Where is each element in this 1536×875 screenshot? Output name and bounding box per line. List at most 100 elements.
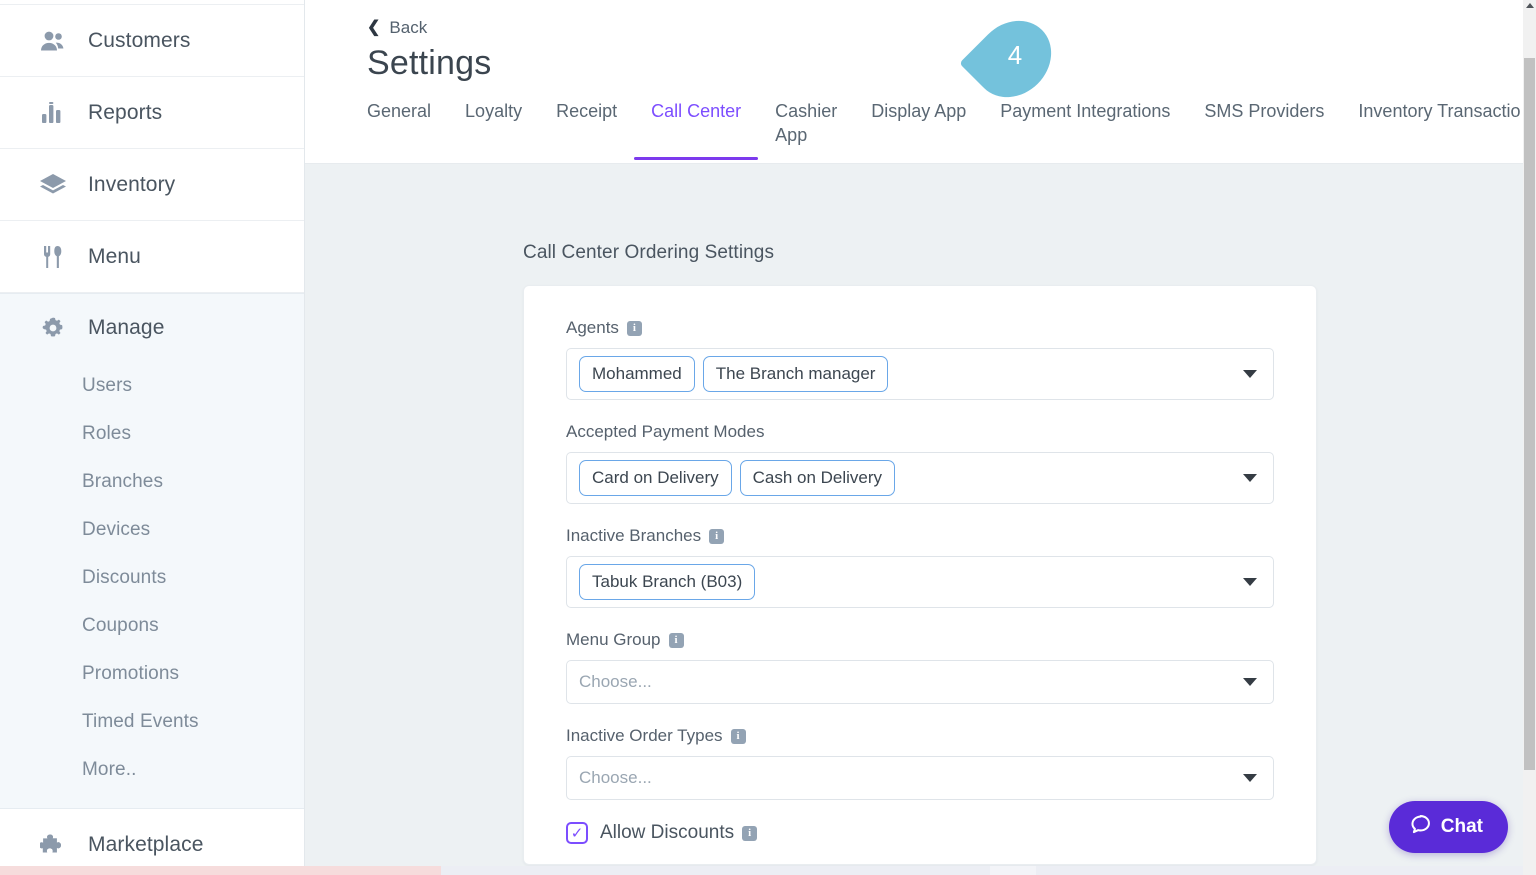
tab-loyalty[interactable]: Loyalty — [465, 99, 538, 123]
sidebar-subitem-devices[interactable]: Devices — [0, 506, 304, 554]
app-root: Customers Reports Inventory Menu Manage … — [0, 0, 1536, 875]
info-icon[interactable]: i — [626, 320, 642, 336]
chip[interactable]: Mohammed — [579, 356, 695, 392]
chip[interactable]: The Branch manager — [702, 356, 889, 392]
back-label: Back — [389, 18, 428, 37]
customers-icon — [38, 28, 68, 54]
select-placeholder: Choose... — [579, 768, 652, 787]
main-panel: ❮ Back Settings General Loyalty Receipt … — [305, 0, 1536, 875]
page-title: Settings — [367, 44, 492, 82]
chevron-left-icon: ❮ — [367, 19, 381, 36]
check-icon: ✓ — [570, 824, 584, 842]
allow-discounts-label-text: Allow Discounts — [600, 822, 735, 843]
field-label-text: Agents — [566, 318, 619, 337]
sidebar-item-inventory[interactable]: Inventory — [0, 149, 304, 221]
bottom-strip-highlight — [990, 866, 1036, 875]
sidebar-subitem-users[interactable]: Users — [0, 362, 304, 410]
info-icon[interactable]: i — [730, 728, 746, 744]
sidebar-item-manage[interactable]: Manage — [0, 294, 304, 362]
inactive-branches-select[interactable]: Tabuk Branch (B03) — [566, 556, 1274, 608]
allow-discounts-row[interactable]: ✓ Allow Discounts i — [566, 822, 1274, 844]
field-label-agents: Agents i — [566, 318, 1274, 338]
field-inactive-order-types: Inactive Order Types i Choose... — [566, 726, 1274, 800]
section-title: Call Center Ordering Settings — [523, 242, 775, 263]
field-label-inactive-branches: Inactive Branches i — [566, 526, 1274, 546]
chip[interactable]: Tabuk Branch (B03) — [579, 564, 756, 600]
scrollbar-thumb[interactable] — [1524, 58, 1535, 770]
allow-discounts-label: Allow Discounts i — [600, 822, 758, 844]
back-button[interactable]: ❮ Back — [367, 18, 1536, 38]
page-header: ❮ Back Settings General Loyalty Receipt … — [305, 0, 1536, 164]
vertical-scrollbar[interactable] — [1523, 0, 1536, 875]
tab-display-app[interactable]: Display App — [871, 99, 982, 123]
menu-icon — [38, 244, 68, 270]
scroll-up-arrow-icon[interactable] — [1526, 3, 1534, 8]
sidebar-subitem-branches[interactable]: Branches — [0, 458, 304, 506]
allow-discounts-checkbox[interactable]: ✓ — [566, 822, 588, 844]
chevron-down-icon[interactable] — [1243, 774, 1257, 782]
inventory-icon — [38, 172, 68, 198]
field-menu-group: Menu Group i Choose... — [566, 630, 1274, 704]
tab-receipt[interactable]: Receipt — [556, 99, 633, 123]
sidebar-subitem-more[interactable]: More.. — [0, 746, 304, 794]
reports-icon — [38, 100, 68, 126]
step-marker-4: 4 — [959, 5, 1067, 113]
info-icon[interactable]: i — [742, 825, 758, 841]
sidebar-item-reports[interactable]: Reports — [0, 77, 304, 149]
chevron-down-icon[interactable] — [1243, 474, 1257, 482]
chip[interactable]: Card on Delivery — [579, 460, 732, 496]
sidebar-item-customers[interactable]: Customers — [0, 5, 304, 77]
sidebar-item-label: Manage — [88, 316, 165, 339]
chat-bubble-icon — [1409, 813, 1432, 841]
sidebar-item-label: Reports — [88, 100, 163, 124]
field-label-accepted-payment-modes: Accepted Payment Modes — [566, 422, 1274, 442]
bottom-status-strip — [0, 866, 1523, 875]
tab-call-center[interactable]: Call Center — [634, 99, 759, 160]
tab-call-center-label: Call Center — [651, 101, 742, 121]
chat-button[interactable]: Chat — [1388, 801, 1508, 853]
field-label-text: Menu Group — [566, 630, 661, 649]
menu-group-select[interactable]: Choose... — [566, 660, 1274, 704]
gear-icon — [38, 315, 68, 341]
field-inactive-branches: Inactive Branches i Tabuk Branch (B03) — [566, 526, 1274, 608]
active-tab-underline — [634, 157, 759, 160]
field-label-text: Inactive Order Types — [566, 726, 723, 745]
sidebar-item-menu[interactable]: Menu — [0, 221, 304, 293]
settings-tabs: General Loyalty Receipt Call Center Cash… — [367, 99, 1536, 160]
sidebar-subitem-roles[interactable]: Roles — [0, 410, 304, 458]
tab-cashier-app[interactable]: Cashier App — [775, 99, 853, 147]
tab-general[interactable]: General — [367, 99, 447, 123]
settings-content: Call Center Ordering Settings Agents i M… — [305, 164, 1536, 875]
sidebar-item-label: Inventory — [88, 172, 176, 196]
tab-sms-providers[interactable]: SMS Providers — [1204, 99, 1340, 123]
sidebar-item-label: Customers — [88, 28, 191, 52]
inactive-order-types-select[interactable]: Choose... — [566, 756, 1274, 800]
tab-inventory-transactions[interactable]: Inventory Transactio — [1358, 99, 1536, 123]
sidebar-subitem-timed-events[interactable]: Timed Events — [0, 698, 304, 746]
chevron-down-icon[interactable] — [1243, 578, 1257, 586]
sidebar: Customers Reports Inventory Menu Manage … — [0, 0, 305, 875]
sidebar-item-label: Menu — [88, 244, 141, 268]
bottom-strip-right — [441, 866, 1523, 875]
sidebar-item-label: Marketplace — [88, 832, 204, 856]
tab-payment-integrations[interactable]: Payment Integrations — [1000, 99, 1186, 123]
field-label-menu-group: Menu Group i — [566, 630, 1274, 650]
chevron-down-icon[interactable] — [1243, 678, 1257, 686]
select-placeholder: Choose... — [579, 672, 652, 691]
call-center-settings-card: Agents i Mohammed The Branch manager Acc… — [523, 285, 1317, 865]
sidebar-subitem-discounts[interactable]: Discounts — [0, 554, 304, 602]
field-label-text: Inactive Branches — [566, 526, 702, 545]
field-label-inactive-order-types: Inactive Order Types i — [566, 726, 1274, 746]
sidebar-subitem-promotions[interactable]: Promotions — [0, 650, 304, 698]
field-accepted-payment-modes: Accepted Payment Modes Card on Delivery … — [566, 422, 1274, 504]
marketplace-icon — [38, 832, 68, 858]
chat-label: Chat — [1440, 816, 1483, 837]
field-agents: Agents i Mohammed The Branch manager — [566, 318, 1274, 400]
chevron-down-icon[interactable] — [1243, 370, 1257, 378]
info-icon[interactable]: i — [709, 528, 725, 544]
sidebar-subitem-coupons[interactable]: Coupons — [0, 602, 304, 650]
agents-select[interactable]: Mohammed The Branch manager — [566, 348, 1274, 400]
info-icon[interactable]: i — [668, 632, 684, 648]
payment-modes-select[interactable]: Card on Delivery Cash on Delivery — [566, 452, 1274, 504]
chip[interactable]: Cash on Delivery — [739, 460, 896, 496]
